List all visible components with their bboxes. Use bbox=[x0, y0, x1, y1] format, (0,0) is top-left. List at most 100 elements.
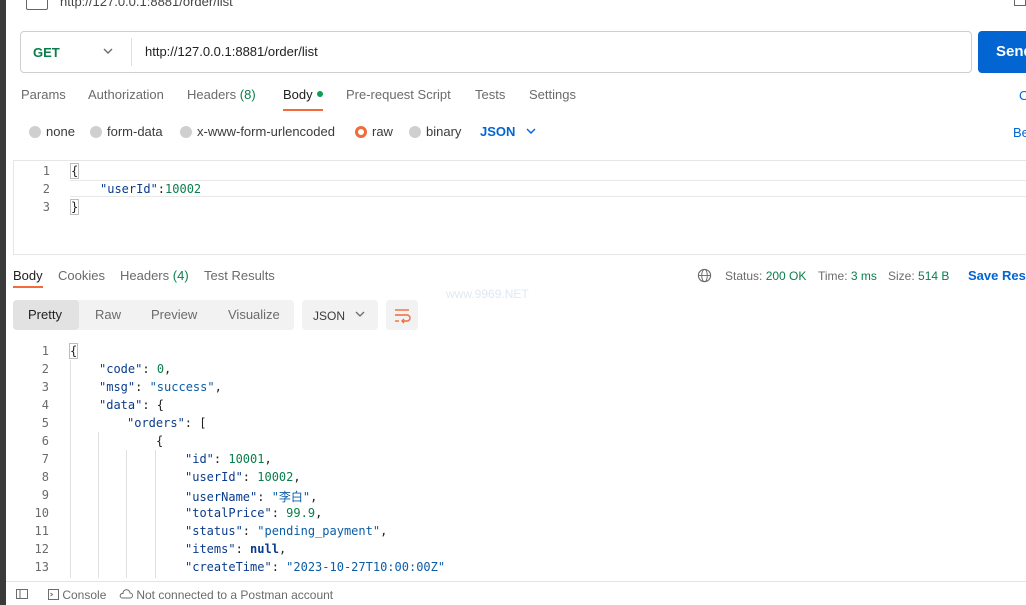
code-line: "status": "pending_payment", bbox=[185, 524, 388, 538]
indent-guide bbox=[98, 432, 99, 578]
chevron-down-icon[interactable] bbox=[101, 44, 115, 58]
line-number: 5 bbox=[41, 416, 49, 430]
line-number: 7 bbox=[41, 452, 49, 466]
wrap-lines-icon bbox=[395, 309, 411, 324]
body-format-select[interactable]: JSON bbox=[480, 124, 515, 139]
json-id-value: 10001 bbox=[228, 452, 265, 466]
console-label: Console bbox=[62, 588, 107, 602]
status-indicator: Status: 200 OK bbox=[725, 269, 806, 283]
radio-circle bbox=[90, 126, 102, 138]
code-line: "userId":10002 bbox=[100, 182, 202, 196]
mode-preview[interactable]: Preview bbox=[151, 307, 197, 322]
cloud-offline-icon bbox=[119, 589, 133, 599]
account-label: Not connected to a Postman account bbox=[136, 588, 334, 602]
postman-window: http://127.0.0.1:8881/order/list GET htt… bbox=[0, 0, 1026, 605]
wrap-lines-button[interactable] bbox=[386, 300, 418, 330]
request-body-editor[interactable]: 1 2 3 { "userId":10002 } bbox=[13, 160, 1026, 255]
status-footer: Console Not connected to a Postman accou… bbox=[6, 581, 1026, 605]
title-url: http://127.0.0.1:8881/order/list bbox=[60, 0, 233, 9]
code-brace-open: { bbox=[70, 163, 80, 179]
code-line: "userName": "李白", bbox=[185, 490, 318, 504]
code-line: "totalPrice": 99.9, bbox=[185, 506, 323, 520]
send-button[interactable]: Send bbox=[978, 31, 1026, 73]
code-brace-close: } bbox=[70, 199, 80, 215]
save-response-button[interactable]: Save Resp bbox=[968, 268, 1026, 283]
radio-none[interactable]: none bbox=[29, 124, 75, 139]
tab-authorization[interactable]: Authorization bbox=[88, 87, 164, 102]
resp-tab-test-results[interactable]: Test Results bbox=[204, 268, 275, 283]
cookies-link[interactable]: C bbox=[1019, 88, 1026, 103]
response-format-select[interactable]: JSON bbox=[302, 300, 378, 330]
json-value: 10002 bbox=[165, 182, 202, 196]
tab-pre-request-script[interactable]: Pre-request Script bbox=[346, 87, 451, 102]
url-bar: GET http://127.0.0.1:8881/order/list bbox=[20, 31, 972, 73]
indent-guide bbox=[155, 450, 156, 578]
url-separator bbox=[131, 38, 132, 66]
resp-tab-headers-count: (4) bbox=[172, 268, 189, 283]
radio-label: x-www-form-urlencoded bbox=[197, 124, 335, 139]
resp-tab-headers[interactable]: Headers (4) bbox=[120, 268, 189, 283]
radio-circle bbox=[29, 126, 41, 138]
request-icon bbox=[26, 0, 48, 10]
json-items-value: null bbox=[250, 542, 279, 556]
radio-x-www-form-urlencoded[interactable]: x-www-form-urlencoded bbox=[180, 124, 335, 139]
time-label: Time: bbox=[818, 269, 848, 283]
sidebar-toggle-icon[interactable] bbox=[16, 588, 28, 600]
line-number: 3 bbox=[42, 200, 50, 214]
code-line: "orders": [ bbox=[127, 416, 207, 430]
line-number: 10 bbox=[34, 506, 49, 520]
account-status[interactable]: Not connected to a Postman account bbox=[119, 588, 333, 602]
line-number: 1 bbox=[42, 164, 50, 178]
current-line-highlight bbox=[70, 180, 1026, 197]
code-line: "id": 10001, bbox=[185, 452, 272, 466]
json-status-value: "pending_payment" bbox=[257, 524, 381, 538]
mode-visualize[interactable]: Visualize bbox=[228, 307, 280, 322]
time-indicator: Time: 3 ms bbox=[818, 269, 877, 283]
chevron-down-icon[interactable] bbox=[524, 124, 538, 138]
tab-tests[interactable]: Tests bbox=[475, 87, 505, 102]
tab-params[interactable]: Params bbox=[21, 87, 66, 102]
json-code-value: 0 bbox=[156, 362, 165, 376]
method-select[interactable]: GET bbox=[33, 45, 60, 60]
code-line: "userId": 10002, bbox=[185, 470, 301, 484]
line-number: 3 bbox=[41, 380, 49, 394]
mode-raw[interactable]: Raw bbox=[95, 307, 121, 322]
globe-icon[interactable] bbox=[697, 268, 712, 283]
json-username-value: "李白" bbox=[271, 490, 311, 504]
line-number: 2 bbox=[42, 182, 50, 196]
line-number: 13 bbox=[34, 560, 49, 574]
json-createtime-value: "2023-10-27T10:00:00Z" bbox=[286, 560, 446, 574]
window-icon[interactable] bbox=[1014, 0, 1026, 6]
console-icon bbox=[48, 589, 59, 600]
resp-tab-cookies[interactable]: Cookies bbox=[58, 268, 105, 283]
code-line: "data": { bbox=[99, 398, 165, 412]
indent-guide bbox=[126, 450, 127, 578]
beautify-link[interactable]: Be bbox=[1013, 125, 1026, 140]
line-number: 11 bbox=[34, 524, 49, 538]
code-line: "msg": "success", bbox=[99, 380, 222, 394]
resp-tab-body[interactable]: Body bbox=[13, 268, 43, 283]
url-input[interactable]: http://127.0.0.1:8881/order/list bbox=[145, 44, 318, 59]
mode-pretty[interactable]: Pretty bbox=[28, 307, 62, 322]
radio-raw[interactable]: raw bbox=[355, 124, 393, 139]
watermark: www.9969.NET bbox=[446, 287, 529, 301]
json-userid-value: 10002 bbox=[257, 470, 294, 484]
radio-form-data[interactable]: form-data bbox=[90, 124, 163, 139]
line-number: 1 bbox=[41, 344, 49, 358]
line-number: 6 bbox=[41, 434, 49, 448]
tab-body[interactable]: Body bbox=[283, 87, 323, 102]
line-number: 2 bbox=[41, 362, 49, 376]
radio-circle bbox=[180, 126, 192, 138]
console-button[interactable]: Console bbox=[48, 588, 106, 602]
tab-settings[interactable]: Settings bbox=[529, 87, 576, 102]
line-number: 9 bbox=[41, 488, 49, 502]
radio-binary[interactable]: binary bbox=[409, 124, 461, 139]
indent-guide bbox=[70, 360, 71, 578]
response-body-viewer[interactable]: 1 2 3 4 5 6 7 8 9 10 11 12 13 { "code": … bbox=[13, 340, 1026, 578]
body-modified-dot bbox=[316, 91, 323, 97]
left-window-strip bbox=[0, 0, 6, 605]
radio-label: raw bbox=[372, 124, 393, 139]
tab-headers[interactable]: Headers (8) bbox=[187, 87, 256, 102]
chevron-down-icon[interactable] bbox=[354, 308, 366, 320]
tab-body-label: Body bbox=[283, 87, 313, 102]
